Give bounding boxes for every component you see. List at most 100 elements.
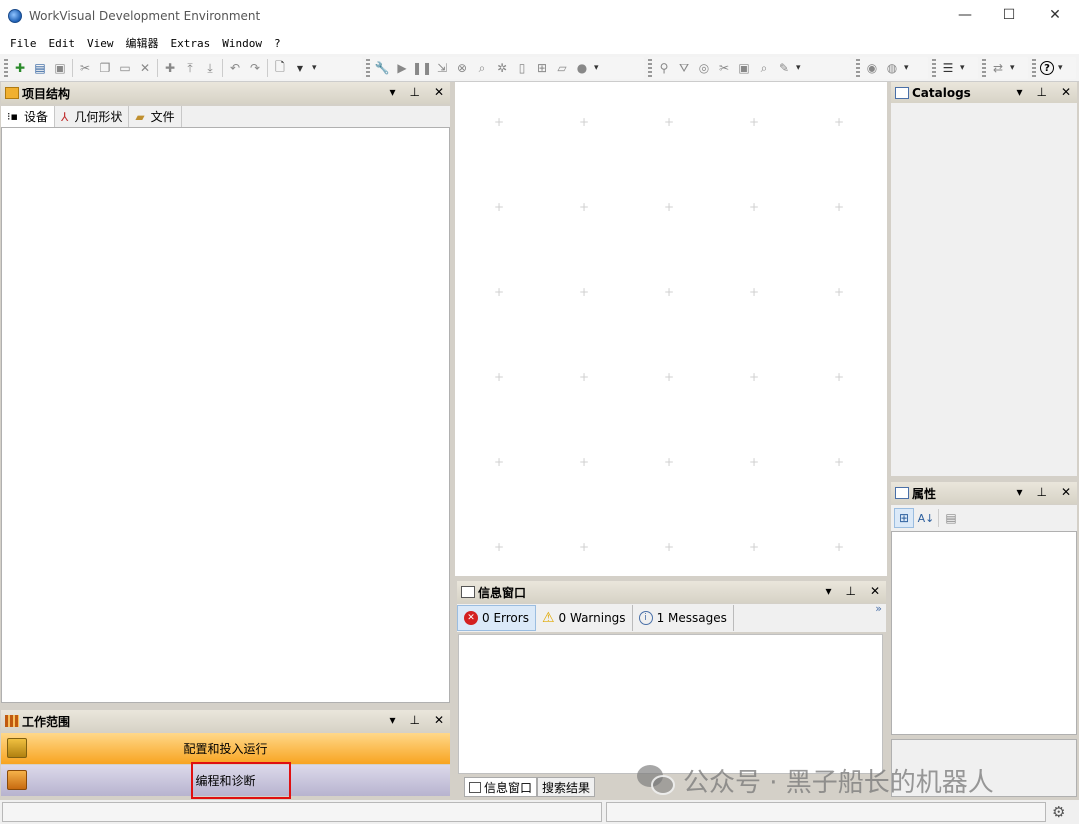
tab-search-results[interactable]: 搜索结果 [537, 777, 596, 797]
toolbar-grip[interactable] [1032, 59, 1036, 77]
editor-canvas[interactable]: + + + + + + + + + + + + + + + + + + + + + + + + + + + + + + [455, 82, 887, 576]
menu-window[interactable]: Window [216, 37, 268, 50]
redo-icon[interactable]: ↷ [247, 60, 263, 76]
copy-icon[interactable]: ❐ [97, 60, 113, 76]
tab-geometry[interactable]: ⅄ 几何形状 [55, 106, 130, 127]
menu-editor[interactable]: 编辑器 [120, 35, 165, 51]
tools-icon[interactable]: ✂ [716, 60, 732, 76]
export-icon[interactable]: ⤓ [202, 60, 218, 76]
toolbar-grip[interactable] [982, 59, 986, 77]
toolbar-grip[interactable] [932, 59, 936, 77]
network-icon[interactable]: ⊞ [534, 60, 550, 76]
close-window-button[interactable]: ✕ [1032, 0, 1078, 30]
add-icon[interactable]: ✚ [162, 60, 178, 76]
filter-warnings[interactable]: ⚠ 0 Warnings [536, 605, 633, 631]
close-panel-icon[interactable]: ✕ [1061, 85, 1071, 99]
toolbar-grip[interactable] [4, 59, 8, 77]
panel-menu-icon[interactable]: ▾ [825, 584, 831, 598]
panel-menu-icon[interactable]: ▾ [389, 85, 395, 99]
pin-icon[interactable]: ⊥ [1036, 485, 1046, 499]
transfer-icon[interactable]: ⇄ [990, 60, 1006, 76]
edit-icon[interactable]: ✎ [776, 60, 792, 76]
toolbar-overflow-icon[interactable]: ▾ [594, 63, 602, 73]
pin-icon[interactable]: ⊥ [409, 85, 419, 99]
toolbar-overflow-icon[interactable]: ▾ [904, 63, 912, 73]
tab-files[interactable]: ▰ 文件 [129, 106, 182, 127]
toolbar-grip[interactable] [648, 59, 652, 77]
import-icon[interactable]: ⤒ [182, 60, 198, 76]
close-panel-icon[interactable]: ✕ [870, 584, 880, 598]
sort-alpha-icon[interactable]: A↓ [918, 510, 935, 526]
close-panel-icon[interactable]: ✕ [434, 713, 444, 727]
settings-gear-icon[interactable]: ⚙ [1052, 803, 1065, 821]
robot-icon[interactable]: ⚲ [656, 60, 672, 76]
maximize-button[interactable]: ☐ [986, 0, 1032, 30]
pin-icon[interactable]: ⊥ [845, 584, 855, 598]
status-field-secondary [606, 802, 1046, 822]
menu-edit[interactable]: Edit [43, 37, 82, 50]
panel-menu-icon[interactable]: ▾ [1016, 485, 1022, 499]
toolbar-overflow-icon[interactable]: ▾ [312, 63, 320, 73]
save-icon[interactable]: ▣ [52, 60, 68, 76]
delete-icon[interactable]: ✕ [137, 60, 153, 76]
align-icon[interactable]: ☰ [940, 60, 956, 76]
wrench-icon[interactable]: 🔧 [374, 60, 390, 76]
overflow-chevron-icon[interactable]: » [875, 602, 882, 615]
record-icon[interactable]: ● [574, 60, 590, 76]
play-icon[interactable]: ▶ [394, 60, 410, 76]
menu-file[interactable]: File [4, 37, 43, 50]
filter-messages[interactable]: i 1 Messages [633, 605, 734, 631]
stop-icon[interactable]: ⊗ [454, 60, 470, 76]
toolbar-overflow-icon[interactable]: ▾ [1058, 63, 1066, 73]
pause-icon[interactable]: ❚❚ [412, 60, 432, 76]
filter-icon[interactable]: ⛛ [676, 60, 692, 76]
toolbar-grip[interactable] [366, 59, 370, 77]
new-project-icon[interactable]: ✚ [12, 60, 28, 76]
toolbar-group-tools: ⚲ ⛛ ◎ ✂ ▣ ⌕ ✎ ▾ [648, 57, 850, 79]
pin-icon[interactable]: ⊥ [409, 713, 419, 727]
settings-icon[interactable]: ✲ [494, 60, 510, 76]
search-icon[interactable]: ⌕ [474, 60, 490, 76]
toolbar-overflow-icon[interactable]: ▾ [960, 63, 968, 73]
toolbar-grip[interactable] [856, 59, 860, 77]
help-icon[interactable]: ? [1040, 61, 1054, 75]
message-list[interactable] [458, 634, 883, 774]
menu-view[interactable]: View [81, 37, 120, 50]
categorized-icon[interactable]: ⊞ [894, 508, 914, 528]
pin-icon[interactable]: ⊥ [1036, 85, 1046, 99]
toolbar-overflow-icon[interactable]: ▾ [796, 63, 804, 73]
open-project-icon[interactable]: ▤ [32, 60, 48, 76]
paste-icon[interactable]: ▭ [117, 60, 133, 76]
panel-menu-icon[interactable]: ▾ [1016, 85, 1022, 99]
project-tree[interactable] [1, 127, 450, 703]
properties-header: 属性 ▾ ⊥ ✕ [891, 482, 1077, 504]
connect-icon[interactable]: ◉ [864, 60, 880, 76]
tab-message-window[interactable]: 信息窗口 [464, 777, 538, 797]
menu-help[interactable]: ? [268, 37, 287, 50]
filter-errors[interactable]: ✕ 0 Errors [457, 605, 536, 631]
catalogs-body[interactable] [891, 103, 1077, 476]
document-icon[interactable]: 🗋 [272, 60, 288, 76]
menu-extras[interactable]: Extras [165, 37, 217, 50]
workspace-config-commissioning[interactable]: 配置和投入运行 [1, 733, 450, 764]
close-panel-icon[interactable]: ✕ [1061, 485, 1071, 499]
cut-icon[interactable]: ✂ [77, 60, 93, 76]
deploy-icon[interactable]: ▱ [554, 60, 570, 76]
catalogs-header: Catalogs ▾ ⊥ ✕ [891, 82, 1077, 104]
dropdown-arrow-icon[interactable]: ▼ [292, 60, 308, 76]
property-pages-icon[interactable]: ▤ [943, 510, 959, 526]
tab-devices[interactable]: ⁝▪ 设备 [1, 106, 55, 127]
minimize-button[interactable]: — [942, 0, 988, 30]
inspect-icon[interactable]: ⌕ [756, 60, 772, 76]
disconnect-icon[interactable]: ◍ [884, 60, 900, 76]
close-panel-icon[interactable]: ✕ [434, 85, 444, 99]
grid-marker: + [834, 115, 845, 129]
panel-menu-icon[interactable]: ▾ [389, 713, 395, 727]
page-icon[interactable]: ▯ [514, 60, 530, 76]
toolbar-overflow-icon[interactable]: ▾ [1010, 63, 1018, 73]
step-icon[interactable]: ⇲ [434, 60, 450, 76]
properties-grid[interactable] [891, 531, 1077, 735]
lock-icon[interactable]: ▣ [736, 60, 752, 76]
undo-icon[interactable]: ↶ [227, 60, 243, 76]
target-icon[interactable]: ◎ [696, 60, 712, 76]
